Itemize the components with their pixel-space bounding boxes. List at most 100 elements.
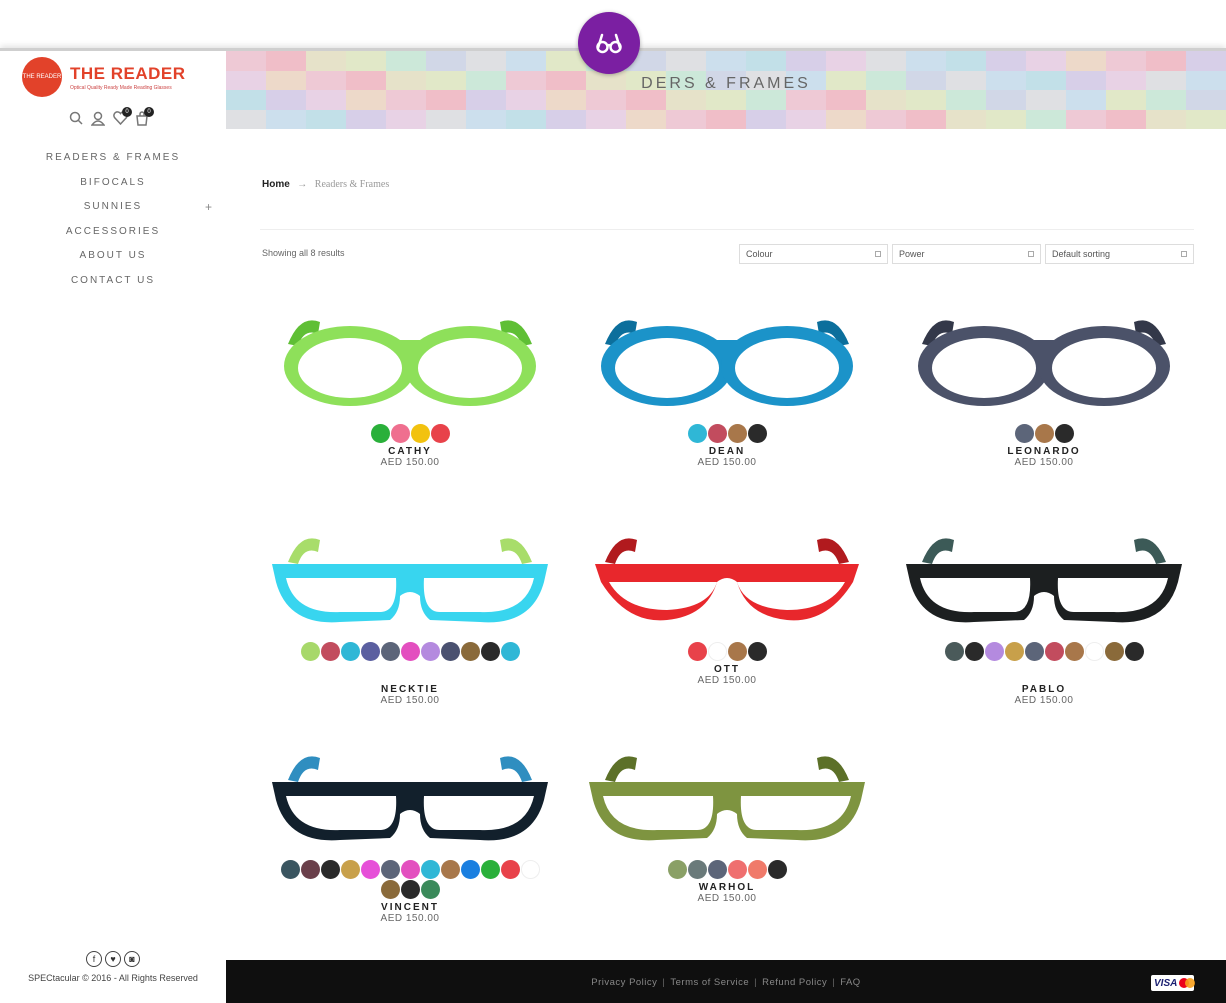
color-swatch[interactable] bbox=[460, 642, 480, 661]
footer-link[interactable]: Refund Policy bbox=[762, 977, 827, 988]
color-swatch[interactable] bbox=[984, 642, 1004, 661]
twitter-icon[interactable]: ♥ bbox=[105, 951, 121, 967]
color-swatch[interactable] bbox=[707, 424, 727, 443]
glasses-image[interactable] bbox=[260, 512, 560, 632]
color-swatch[interactable] bbox=[430, 424, 450, 443]
glasses-image[interactable] bbox=[577, 730, 877, 850]
footer-link[interactable]: Privacy Policy bbox=[591, 977, 657, 988]
color-swatch[interactable] bbox=[727, 860, 747, 879]
color-swatch[interactable] bbox=[480, 860, 500, 879]
color-swatch[interactable] bbox=[320, 860, 340, 879]
nav-readers-frames[interactable]: READERS & FRAMES bbox=[0, 146, 226, 171]
color-swatch[interactable] bbox=[280, 860, 300, 879]
product-name[interactable]: NECKTIE bbox=[260, 684, 560, 695]
product-card[interactable]: VINCENT AED 150.00 bbox=[260, 730, 560, 948]
nav-bifocals[interactable]: BIFOCALS bbox=[0, 171, 226, 196]
color-swatch[interactable] bbox=[707, 642, 727, 661]
nav-accessories[interactable]: ACCESSORIES bbox=[0, 220, 226, 245]
color-swatch[interactable] bbox=[300, 860, 320, 879]
color-swatch[interactable] bbox=[320, 642, 340, 661]
color-swatch[interactable] bbox=[420, 642, 440, 661]
search-icon[interactable] bbox=[68, 109, 84, 127]
color-swatch[interactable] bbox=[360, 642, 380, 661]
color-swatch[interactable] bbox=[1064, 642, 1084, 661]
color-swatch[interactable] bbox=[707, 860, 727, 879]
product-name[interactable]: LEONARDO bbox=[894, 446, 1194, 457]
color-swatch[interactable] bbox=[727, 424, 747, 443]
product-card[interactable]: OTT AED 150.00 bbox=[577, 512, 877, 730]
user-icon[interactable] bbox=[90, 109, 106, 127]
color-swatch[interactable] bbox=[480, 642, 500, 661]
color-swatch[interactable] bbox=[340, 642, 360, 661]
product-name[interactable]: CATHY bbox=[260, 446, 560, 457]
color-swatch[interactable] bbox=[340, 860, 360, 879]
color-swatch[interactable] bbox=[380, 642, 400, 661]
glasses-image[interactable] bbox=[577, 294, 877, 414]
color-swatch[interactable] bbox=[747, 860, 767, 879]
color-swatch[interactable] bbox=[370, 424, 390, 443]
color-swatch[interactable] bbox=[1004, 642, 1024, 661]
color-swatch[interactable] bbox=[440, 860, 460, 879]
product-card[interactable]: PABLO AED 150.00 bbox=[894, 512, 1194, 730]
glasses-image[interactable] bbox=[260, 730, 560, 850]
sorting-select[interactable]: Default sorting bbox=[1045, 244, 1194, 264]
color-swatch[interactable] bbox=[460, 860, 480, 879]
color-swatch[interactable] bbox=[1034, 424, 1054, 443]
color-swatch[interactable] bbox=[420, 860, 440, 879]
product-card[interactable]: DEAN AED 150.00 bbox=[577, 294, 877, 512]
color-swatch[interactable] bbox=[747, 424, 767, 443]
color-swatch[interactable] bbox=[400, 880, 420, 899]
color-swatch[interactable] bbox=[1124, 642, 1144, 661]
colour-filter-select[interactable]: Colour bbox=[739, 244, 888, 264]
color-swatch[interactable] bbox=[400, 860, 420, 879]
breadcrumb-home[interactable]: Home bbox=[262, 179, 290, 190]
color-swatch[interactable] bbox=[500, 860, 520, 879]
product-name[interactable]: WARHOL bbox=[577, 882, 877, 893]
color-swatch[interactable] bbox=[440, 642, 460, 661]
color-swatch[interactable] bbox=[687, 642, 707, 661]
color-swatch[interactable] bbox=[400, 642, 420, 661]
product-name[interactable]: OTT bbox=[577, 664, 877, 675]
product-card[interactable]: CATHY AED 150.00 bbox=[260, 294, 560, 512]
glasses-image[interactable] bbox=[894, 512, 1194, 632]
color-swatch[interactable] bbox=[767, 860, 787, 879]
color-swatch[interactable] bbox=[747, 642, 767, 661]
glasses-image[interactable] bbox=[894, 294, 1194, 414]
color-swatch[interactable] bbox=[500, 642, 520, 661]
color-swatch[interactable] bbox=[964, 642, 984, 661]
site-logo[interactable]: THE READER THE READER Optical Quality Re… bbox=[22, 57, 186, 97]
product-name[interactable]: DEAN bbox=[577, 446, 877, 457]
nav-sunnies[interactable]: SUNNIES + bbox=[0, 195, 226, 220]
instagram-icon[interactable]: ◙ bbox=[124, 951, 140, 967]
product-card[interactable]: WARHOL AED 150.00 bbox=[577, 730, 877, 948]
product-card[interactable]: NECKTIE AED 150.00 bbox=[260, 512, 560, 730]
color-swatch[interactable] bbox=[687, 860, 707, 879]
color-swatch[interactable] bbox=[1104, 642, 1124, 661]
nav-contact-us[interactable]: CONTACT US bbox=[0, 269, 226, 294]
glasses-image[interactable] bbox=[260, 294, 560, 414]
color-swatch[interactable] bbox=[1054, 424, 1074, 443]
product-name[interactable]: VINCENT bbox=[260, 902, 560, 913]
color-swatch[interactable] bbox=[300, 642, 320, 661]
facebook-icon[interactable]: f bbox=[86, 951, 102, 967]
color-swatch[interactable] bbox=[420, 880, 440, 899]
wishlist-heart-icon[interactable]: 0 bbox=[112, 107, 132, 127]
product-name[interactable]: PABLO bbox=[894, 684, 1194, 695]
color-swatch[interactable] bbox=[944, 642, 964, 661]
color-swatch[interactable] bbox=[380, 880, 400, 899]
color-swatch[interactable] bbox=[1084, 642, 1104, 661]
color-swatch[interactable] bbox=[390, 424, 410, 443]
color-swatch[interactable] bbox=[410, 424, 430, 443]
color-swatch[interactable] bbox=[1024, 642, 1044, 661]
power-filter-select[interactable]: Power bbox=[892, 244, 1041, 264]
color-swatch[interactable] bbox=[1044, 642, 1064, 661]
cart-bag-icon[interactable]: 0 bbox=[134, 107, 154, 127]
footer-link[interactable]: Terms of Service bbox=[670, 977, 749, 988]
expand-plus-icon[interactable]: + bbox=[205, 195, 214, 220]
product-card[interactable]: LEONARDO AED 150.00 bbox=[894, 294, 1194, 512]
footer-link[interactable]: FAQ bbox=[840, 977, 861, 988]
color-swatch[interactable] bbox=[667, 860, 687, 879]
color-swatch[interactable] bbox=[360, 860, 380, 879]
color-swatch[interactable] bbox=[520, 860, 540, 879]
nav-about-us[interactable]: ABOUT US bbox=[0, 244, 226, 269]
